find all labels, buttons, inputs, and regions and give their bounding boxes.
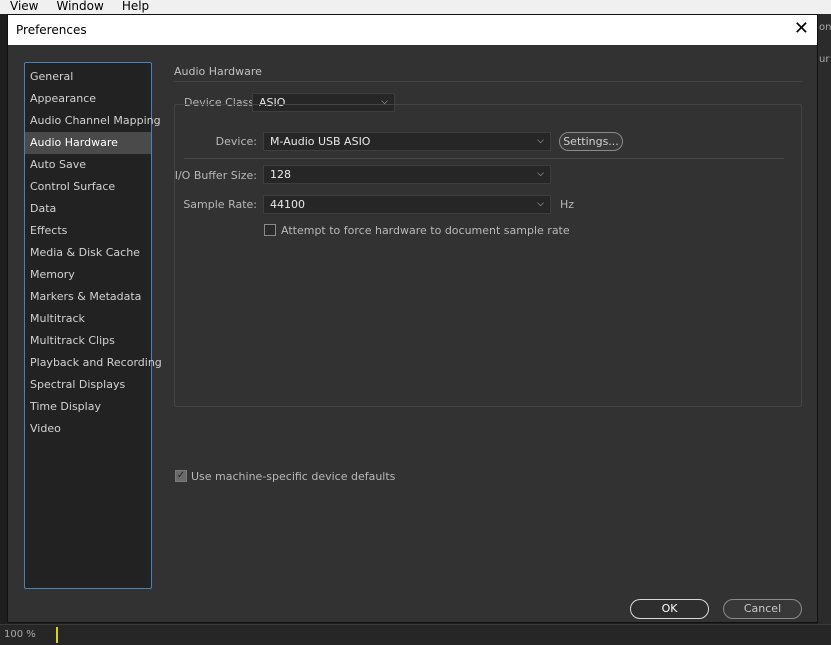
section-title: Audio Hardware	[174, 65, 262, 78]
force-sample-rate-label: Attempt to force hardware to document sa…	[281, 224, 570, 237]
sample-rate-dropdown[interactable]: 44100 ⌵	[263, 195, 551, 214]
sidebar-item-video[interactable]: Video	[25, 418, 151, 440]
background-status-bar: 100 %	[0, 624, 831, 645]
sidebar-item-audio-channel-mapping[interactable]: Audio Channel Mapping	[25, 110, 161, 132]
sidebar-item-auto-save[interactable]: Auto Save	[25, 154, 151, 176]
chevron-down-icon: ⌵	[537, 169, 544, 179]
playhead-marker	[56, 627, 58, 643]
sample-rate-label: Sample Rate:	[183, 198, 257, 211]
sample-rate-unit: Hz	[560, 198, 575, 211]
background-panel: on ur	[818, 14, 831, 644]
app-menubar: View Window Help	[0, 0, 831, 14]
sidebar-item-appearance[interactable]: Appearance	[25, 88, 151, 110]
close-icon[interactable]: ✕	[794, 19, 809, 39]
ok-button[interactable]: OK	[630, 599, 709, 619]
dialog-title: Preferences	[16, 23, 87, 37]
sidebar-item-multitrack-clips[interactable]: Multitrack Clips	[25, 330, 151, 352]
device-dropdown[interactable]: M-Audio USB ASIO ⌵	[263, 132, 551, 151]
dialog-titlebar: Preferences ✕	[8, 15, 817, 45]
force-sample-rate-checkbox[interactable]	[264, 224, 276, 236]
sidebar-item-data[interactable]: Data	[25, 198, 151, 220]
preferences-dialog: Preferences ✕ General Appearance Audio C…	[7, 14, 818, 623]
sidebar-item-audio-hardware[interactable]: Audio Hardware	[25, 132, 151, 154]
device-label: Device:	[215, 135, 257, 148]
sidebar-item-spectral-displays[interactable]: Spectral Displays	[25, 374, 151, 396]
sidebar-item-playback-recording[interactable]: Playback and Recording	[25, 352, 162, 374]
settings-divider	[184, 158, 784, 159]
chevron-down-icon: ⌵	[537, 199, 544, 209]
sidebar-item-time-display[interactable]: Time Display	[25, 396, 151, 418]
sidebar-item-control-surface[interactable]: Control Surface	[25, 176, 151, 198]
settings-button[interactable]: Settings...	[559, 132, 623, 151]
sidebar-item-effects[interactable]: Effects	[25, 220, 151, 242]
cancel-button[interactable]: Cancel	[723, 599, 802, 619]
background-text-fragment: on	[819, 22, 831, 33]
sample-rate-value: 44100	[270, 198, 305, 211]
background-text-fragment: ur	[819, 54, 830, 65]
chevron-down-icon: ⌵	[537, 136, 544, 146]
sidebar-item-memory[interactable]: Memory	[25, 264, 151, 286]
menu-help[interactable]: Help	[112, 0, 149, 14]
menu-window[interactable]: Window	[46, 0, 103, 14]
section-divider	[174, 81, 802, 82]
buffer-size-label: I/O Buffer Size:	[174, 169, 257, 182]
machine-defaults-checkbox[interactable]: ✓	[175, 470, 187, 482]
device-value: M-Audio USB ASIO	[270, 135, 371, 148]
buffer-size-value: 128	[270, 168, 291, 181]
machine-defaults-label: Use machine-specific device defaults	[191, 470, 396, 483]
menu-view[interactable]: View	[0, 0, 38, 14]
zoom-readout: 100 %	[4, 629, 36, 640]
sidebar-item-media-disk-cache[interactable]: Media & Disk Cache	[25, 242, 151, 264]
sidebar-item-markers-metadata[interactable]: Markers & Metadata	[25, 286, 151, 308]
sidebar-item-multitrack[interactable]: Multitrack	[25, 308, 151, 330]
preferences-sidebar: General Appearance Audio Channel Mapping…	[24, 62, 162, 589]
sidebar-item-general[interactable]: General	[25, 66, 151, 88]
buffer-size-dropdown[interactable]: 128 ⌵	[263, 165, 551, 184]
